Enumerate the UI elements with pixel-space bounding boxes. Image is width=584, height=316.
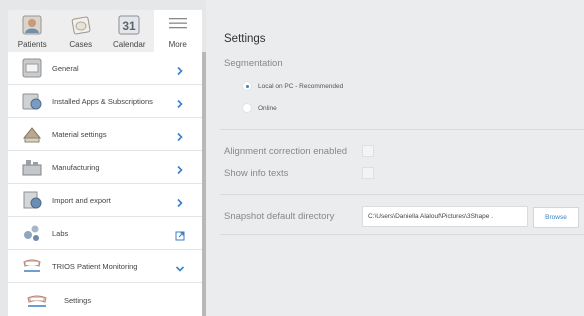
installed-apps-icon	[22, 91, 42, 111]
chevron-right-icon	[175, 129, 185, 142]
menu-item-label: Labs	[52, 228, 69, 238]
menu-item-label: General	[52, 63, 79, 73]
more-menu-list: General Installed Apps & Subscriptions M…	[8, 52, 202, 316]
menu-item-import-export[interactable]: Import and export	[8, 184, 202, 217]
trios-monitoring-icon	[22, 256, 42, 276]
menu-item-material-settings[interactable]: Material settings	[8, 118, 202, 151]
material-settings-icon	[22, 124, 42, 144]
snapshot-directory-field[interactable]: C:\Users\Daniella Alalouf\Pictures\3Shap…	[362, 206, 528, 227]
segmentation-label: Segmentation	[224, 58, 283, 69]
menu-item-installed-apps[interactable]: Installed Apps & Subscriptions	[8, 85, 202, 118]
trios-settings-icon	[26, 294, 48, 308]
tab-label: Cases	[69, 40, 93, 49]
chevron-right-icon	[175, 195, 185, 208]
submenu-item-settings[interactable]: Settings	[14, 285, 194, 316]
calendar-day-text: 31	[123, 19, 137, 33]
calendar-icon: 31	[118, 15, 140, 37]
alignment-correction-label: Alignment correction enabled	[224, 145, 348, 157]
external-link-icon	[175, 228, 185, 241]
tab-label: Calendar	[113, 40, 146, 49]
divider	[220, 234, 584, 235]
hamburger-menu-icon	[168, 15, 188, 33]
chevron-down-icon	[175, 261, 185, 272]
menu-item-label: Installed Apps & Subscriptions	[52, 96, 153, 106]
menu-item-manufacturing[interactable]: Manufacturing	[8, 151, 202, 184]
tab-more[interactable]: More	[153, 10, 202, 52]
divider	[220, 129, 584, 130]
navigation-panel: Patients Cases 31 Calendar More General …	[0, 0, 206, 316]
page-title: Settings	[224, 33, 266, 45]
radio-button[interactable]	[242, 103, 252, 113]
cases-icon	[71, 15, 91, 37]
chevron-right-icon	[175, 63, 185, 76]
top-tabs: Patients Cases 31 Calendar More	[8, 10, 202, 52]
alignment-correction-row: Alignment correction enabled	[224, 145, 374, 157]
tab-calendar[interactable]: 31 Calendar	[105, 10, 154, 52]
show-info-texts-row: Show info texts	[224, 167, 374, 179]
submenu-item-label: Settings	[64, 296, 92, 305]
general-icon	[22, 58, 42, 78]
menu-item-labs[interactable]: Labs	[8, 217, 202, 250]
show-info-texts-checkbox[interactable]	[362, 167, 374, 179]
snapshot-directory-label: Snapshot default directory	[224, 211, 335, 222]
settings-panel: Settings Segmentation Local on PC - Reco…	[206, 0, 584, 316]
alignment-correction-checkbox[interactable]	[362, 145, 374, 157]
divider	[220, 194, 584, 195]
tab-label: More	[168, 40, 187, 49]
radio-label: Online	[258, 104, 277, 112]
patients-icon	[22, 15, 42, 37]
browse-button[interactable]: Browse	[533, 207, 579, 228]
menu-item-general[interactable]: General	[8, 52, 202, 85]
tab-patients[interactable]: Patients	[8, 10, 57, 52]
menu-item-label: TRIOS Patient Monitoring	[52, 261, 138, 271]
radio-button[interactable]	[242, 81, 252, 91]
menu-item-trios-patient-monitoring[interactable]: TRIOS Patient Monitoring	[8, 250, 202, 283]
tab-label: Patients	[17, 40, 47, 49]
manufacturing-icon	[22, 157, 42, 177]
show-info-texts-label: Show info texts	[224, 167, 289, 179]
import-export-icon	[22, 190, 42, 210]
labs-icon	[22, 223, 42, 243]
menu-item-label: Import and export	[52, 195, 111, 205]
chevron-right-icon	[175, 96, 185, 109]
chevron-right-icon	[175, 162, 185, 175]
segmentation-option-local[interactable]: Local on PC - Recommended	[242, 81, 343, 91]
menu-item-label: Manufacturing	[52, 162, 100, 172]
tab-cases[interactable]: Cases	[57, 10, 106, 52]
menu-item-label: Material settings	[52, 129, 107, 139]
radio-label: Local on PC - Recommended	[258, 82, 344, 90]
segmentation-option-online[interactable]: Online	[242, 103, 277, 113]
